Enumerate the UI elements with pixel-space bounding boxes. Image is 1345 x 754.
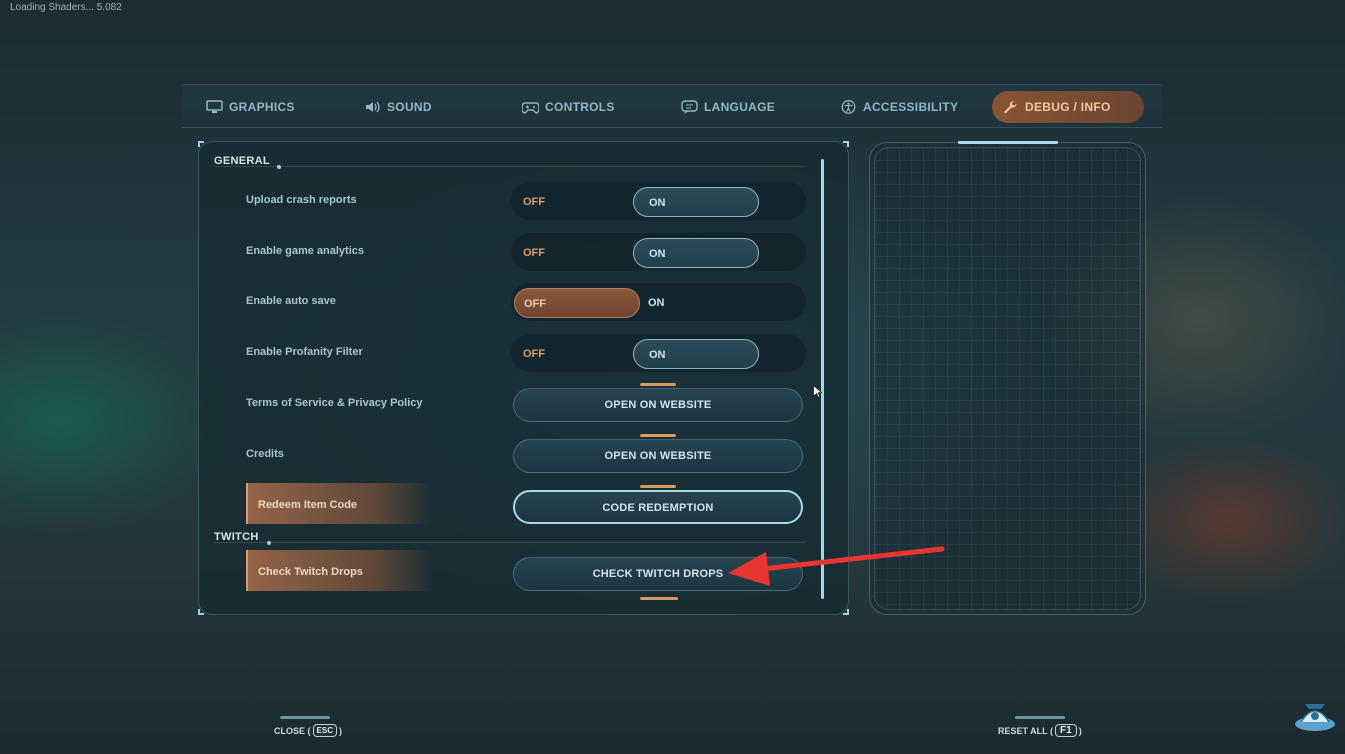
toggle-off-option[interactable]: OFF <box>514 187 640 217</box>
close-button[interactable]: CLOSE ( ESC ) <box>274 724 342 737</box>
reset-label: RESET ALL ( <box>998 725 1054 736</box>
toggle-on-option[interactable]: ON <box>633 238 759 268</box>
scrollbar[interactable] <box>821 159 824 599</box>
toggle-on-option[interactable]: ON <box>633 339 759 369</box>
setting-row-enable-game-analytics: Enable game analytics OFF ON <box>246 233 806 271</box>
open-website-button[interactable]: OPEN ON WEBSITE <box>513 439 803 473</box>
speech-bubble-icon <box>681 100 698 114</box>
speaker-icon <box>366 101 380 113</box>
setting-row-upload-crash-reports: Upload crash reports OFF ON <box>246 182 806 220</box>
toggle-on-option[interactable]: ON <box>633 187 759 217</box>
tab-debug-info[interactable]: DEBUG / INFO <box>992 91 1144 123</box>
setting-label: Enable game analytics <box>246 245 364 257</box>
panel-corner <box>843 609 849 615</box>
monitor-icon <box>206 100 223 113</box>
tab-accessibility[interactable]: ACCESSIBILITY <box>830 91 968 123</box>
panel-corner <box>843 141 849 147</box>
tab-label: GRAPHICS <box>229 100 295 114</box>
tab-language[interactable]: LANGUAGE <box>671 91 785 123</box>
button-notch <box>640 597 678 600</box>
tab-label: SOUND <box>387 100 432 114</box>
f1-key-badge: F1 <box>1055 724 1077 737</box>
toggle-off-option[interactable]: OFF <box>514 288 640 318</box>
tab-label: DEBUG / INFO <box>1025 100 1111 114</box>
section-divider <box>214 542 806 543</box>
accessibility-icon <box>841 100 856 114</box>
tab-label: LANGUAGE <box>704 100 776 114</box>
setting-label: Enable Profanity Filter <box>246 346 363 358</box>
setting-label: Check Twitch Drops <box>258 566 363 578</box>
setting-row-credits: Credits OPEN ON WEBSITE <box>246 434 806 474</box>
annotation-arrow-icon <box>728 546 945 586</box>
loading-status: Loading Shaders... 5.082 <box>10 2 122 13</box>
tab-label: CONTROLS <box>545 100 615 114</box>
code-redemption-button[interactable]: CODE REDEMPTION <box>513 490 803 524</box>
reset-label-end: ) <box>1078 725 1082 736</box>
section-divider <box>214 166 806 167</box>
esc-key-badge: ESC <box>312 724 337 737</box>
close-label: CLOSE ( <box>274 725 311 736</box>
reset-all-button[interactable]: RESET ALL ( F1 ) <box>998 724 1082 737</box>
setting-label: Enable auto save <box>246 295 336 307</box>
settings-tab-bar: GRAPHICS SOUND CONTROLS LANGUAGE ACCESSI… <box>182 84 1162 128</box>
setting-row-enable-auto-save: Enable auto save OFF ON <box>246 283 806 321</box>
panel-glow <box>958 141 1058 144</box>
button-notch <box>640 485 676 488</box>
button-notch <box>640 383 676 386</box>
tab-graphics[interactable]: GRAPHICS <box>196 91 305 123</box>
footer-glow <box>280 716 330 719</box>
setting-label: Redeem Item Code <box>258 499 358 511</box>
setting-row-terms-of-service: Terms of Service & Privacy Policy OPEN O… <box>246 383 806 423</box>
game-logo-icon <box>1295 704 1335 731</box>
setting-row-enable-profanity-filter: Enable Profanity Filter OFF ON <box>246 334 806 372</box>
tab-controls[interactable]: CONTROLS <box>512 91 625 123</box>
wrench-icon <box>1004 100 1017 114</box>
setting-label: Credits <box>246 448 284 460</box>
tab-sound[interactable]: SOUND <box>354 91 442 123</box>
toggle-off-option[interactable]: OFF <box>514 238 640 268</box>
mouse-cursor-icon <box>813 385 822 398</box>
setting-label: Terms of Service & Privacy Policy <box>246 397 423 409</box>
setting-label: Upload crash reports <box>246 194 357 206</box>
gamepad-icon <box>522 102 539 114</box>
tab-label: ACCESSIBILITY <box>863 100 959 114</box>
panel-corner <box>198 141 204 147</box>
setting-row-redeem-item-code: Redeem Item Code CODE REDEMPTION <box>246 483 806 525</box>
toggle-on-option[interactable]: ON <box>633 288 759 318</box>
toggle-off-option[interactable]: OFF <box>514 339 640 369</box>
open-website-button[interactable]: OPEN ON WEBSITE <box>513 388 803 422</box>
close-label-end: ) <box>338 725 342 736</box>
panel-corner <box>198 609 204 615</box>
button-notch <box>640 434 676 437</box>
footer-glow <box>1015 716 1065 719</box>
